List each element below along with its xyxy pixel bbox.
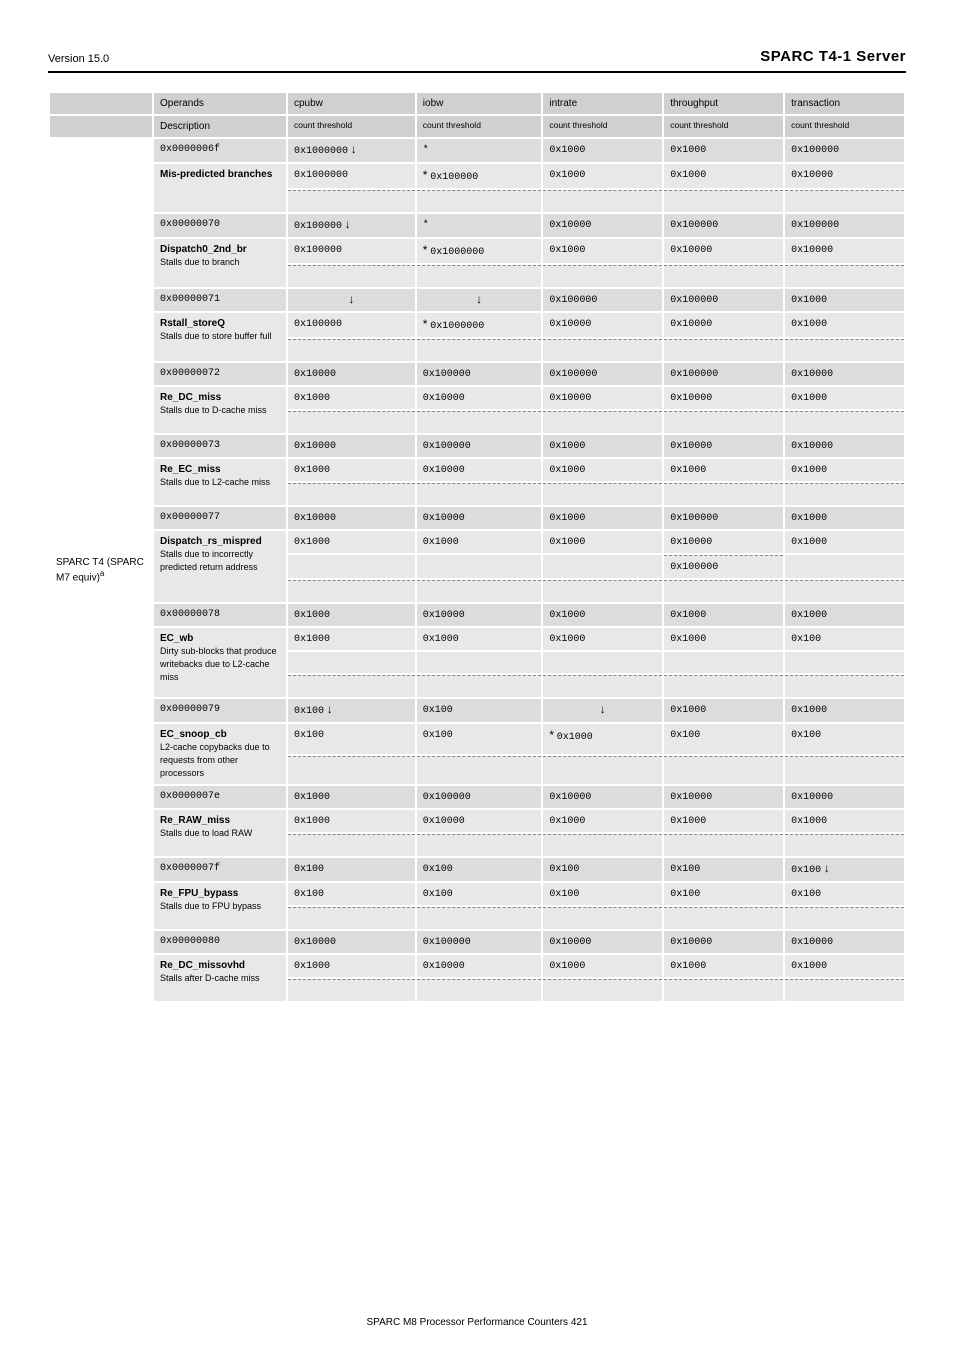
operand: 0x0000007f xyxy=(154,858,286,881)
column-header: throughput xyxy=(664,93,783,114)
description: Rstall_storeQStalls due to store buffer … xyxy=(154,313,286,361)
operand: 0x00000073 xyxy=(154,435,286,457)
column-header: Operands xyxy=(154,93,286,114)
column-header: intrate xyxy=(543,93,662,114)
description: EC_wbDirty sub-blocks that produce write… xyxy=(154,628,286,697)
operand: 0x00000078 xyxy=(154,604,286,626)
description: Dispatch_rs_mispredStalls due to incorre… xyxy=(154,531,286,602)
operand: 0x00000071 xyxy=(154,289,286,311)
column-header: cpubw xyxy=(288,93,415,114)
description: Re_DC_missStalls due to D-cache miss xyxy=(154,387,286,433)
operand: 0x00000077 xyxy=(154,507,286,529)
description: Re_DC_missovhdStalls after D-cache miss xyxy=(154,955,286,1001)
description: Re_EC_missStalls due to L2-cache miss xyxy=(154,459,286,505)
operand: 0x00000072 xyxy=(154,363,286,385)
column-header: transaction xyxy=(785,93,904,114)
column-header: iobw xyxy=(417,93,542,114)
operand: 0x0000007e xyxy=(154,786,286,808)
page-footer: SPARC M8 Processor Performance Counters … xyxy=(0,1317,954,1328)
operand: 0x00000080 xyxy=(154,931,286,953)
operand: 0x0000006f xyxy=(154,139,286,162)
description: Dispatch0_2nd_brStalls due to branch xyxy=(154,239,286,287)
header-version: Version 15.0 xyxy=(48,53,109,65)
operand: 0x00000079 xyxy=(154,699,286,722)
operand: 0x00000070 xyxy=(154,214,286,237)
description: Mis-predicted branches xyxy=(154,164,286,212)
description: Re_FPU_bypassStalls due to FPU bypass xyxy=(154,883,286,929)
description: Re_RAW_missStalls due to load RAW xyxy=(154,810,286,856)
performance-counter-table: Operandscpubwiobwintratethroughputtransa… xyxy=(48,91,906,1003)
description: EC_snoop_cbL2-cache copybacks due to req… xyxy=(154,724,286,784)
column-header xyxy=(50,93,152,114)
header-title: SPARC T4-1 Server xyxy=(760,48,906,65)
row-group: SPARC T4 (SPARCM7 equiv)a xyxy=(50,139,152,1001)
